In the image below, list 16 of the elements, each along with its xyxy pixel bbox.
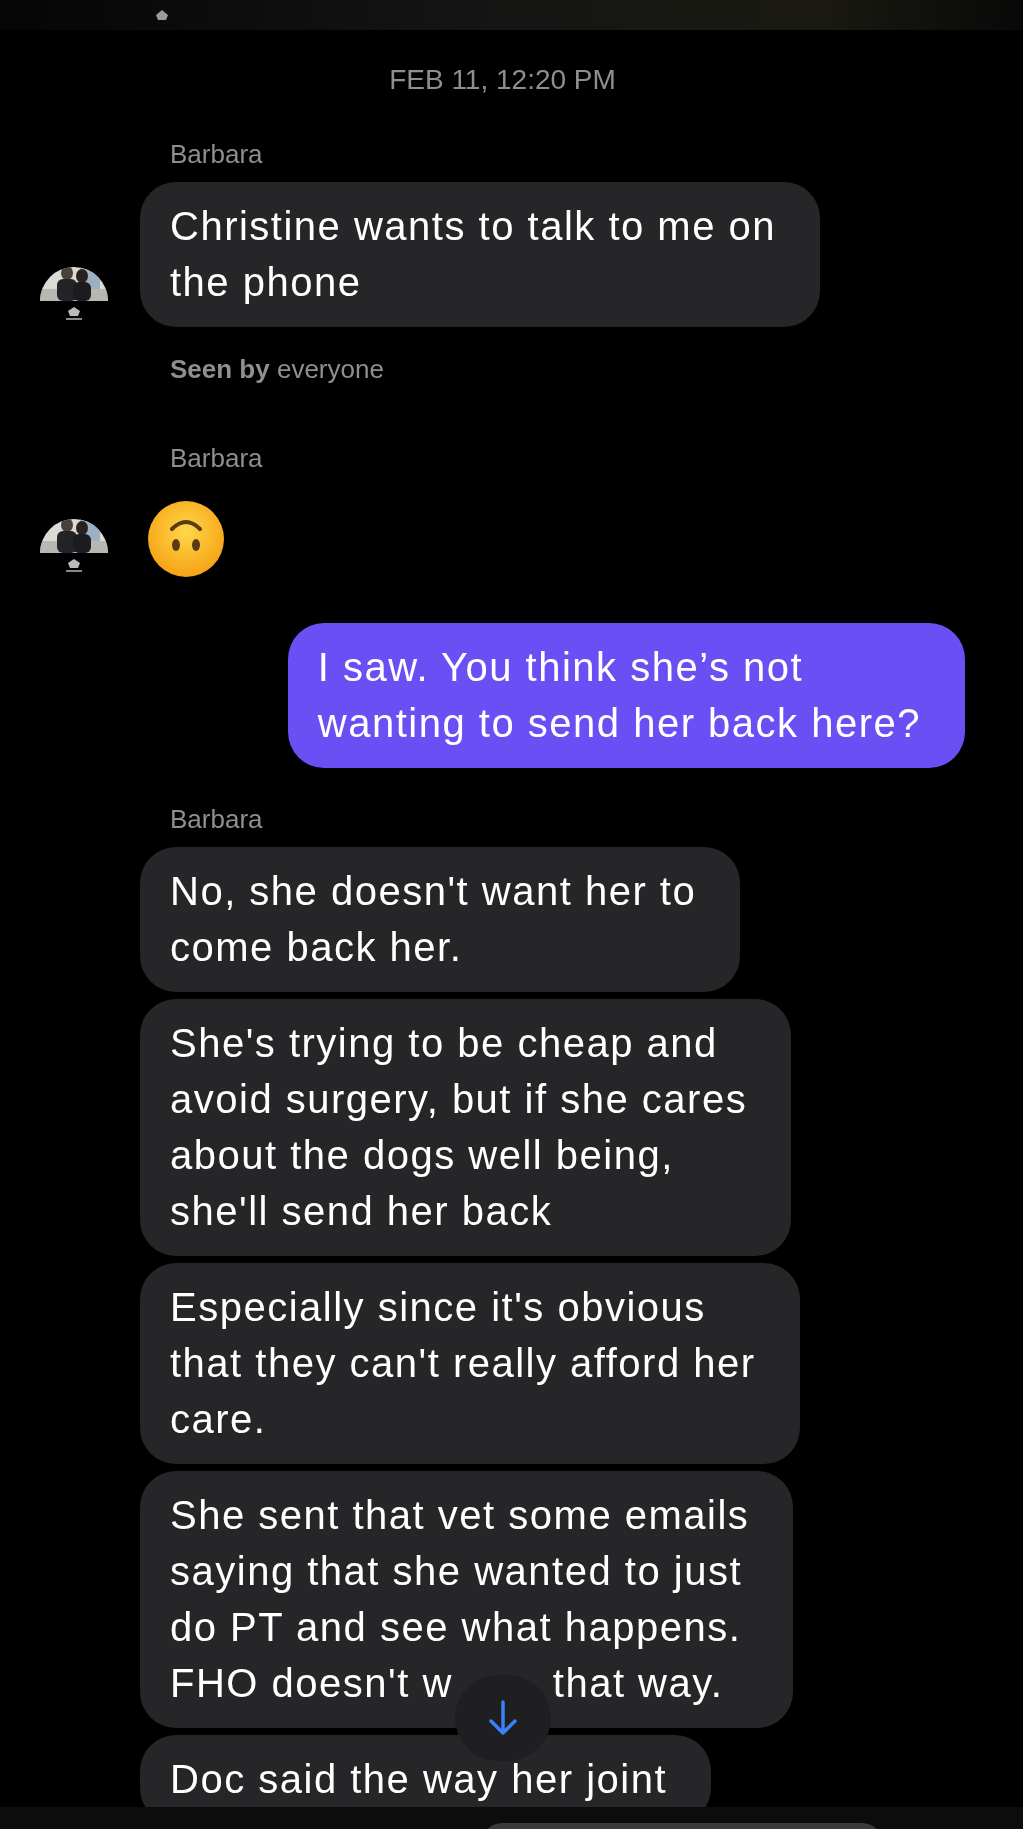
timestamp: FEB 11, 12:20 PM xyxy=(388,63,617,97)
sender-name: Barbara xyxy=(170,138,263,171)
message-text: She sent that vet some emails saying that she wanted to just do PT and see what happens. xyxy=(170,1492,750,1651)
message-bubble: She's trying to be cheap and avoid surgery, but if she cares about the dogs well being, she'll send her back xyxy=(140,999,792,1256)
message-bubble: I saw. You think she’s not wanting to send her back here? xyxy=(287,623,965,768)
message-bubble: Christine wants to talk to me on the phone xyxy=(140,182,821,327)
logo-icon xyxy=(155,9,169,21)
message-text: that way. xyxy=(552,1660,724,1707)
sender-name: Barbara xyxy=(170,442,263,475)
message-bubble: No, she doesn't want her to come back her. xyxy=(140,847,741,992)
seen-receipt: Seen by everyone xyxy=(170,353,384,386)
upside-down-face-icon xyxy=(146,499,226,579)
message-bubble: Especially since it's obvious that they can't really afford her care. xyxy=(140,1263,800,1464)
message-text: FHO doesn't w xyxy=(170,1660,453,1707)
down-arrow-icon xyxy=(487,1699,518,1737)
sender-name: Barbara xyxy=(170,803,263,836)
